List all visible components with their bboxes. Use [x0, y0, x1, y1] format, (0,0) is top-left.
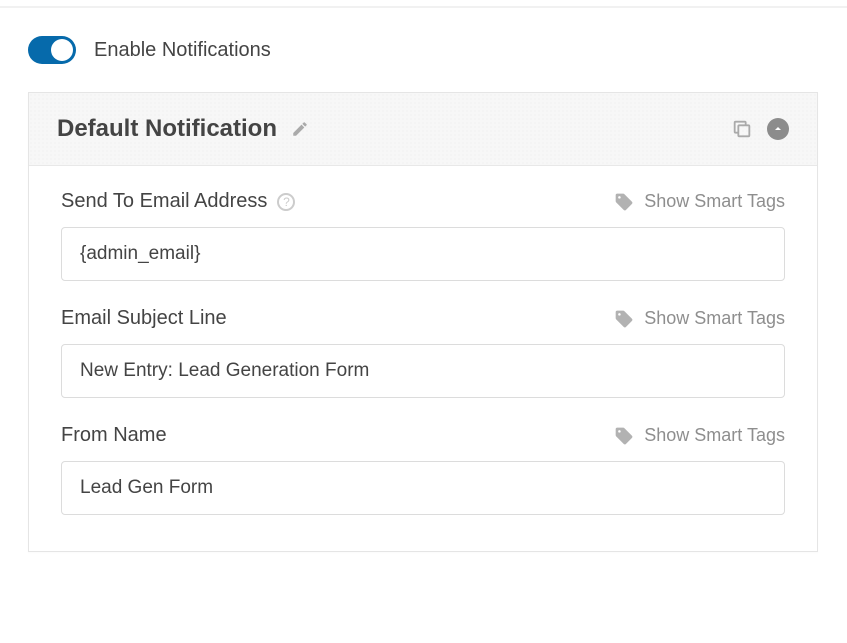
enable-notifications-toggle[interactable] — [28, 36, 76, 64]
smart-tags-label: Show Smart Tags — [644, 191, 785, 212]
from-name-smart-tags-button[interactable]: Show Smart Tags — [614, 425, 785, 446]
send-to-smart-tags-button[interactable]: Show Smart Tags — [614, 191, 785, 212]
duplicate-icon[interactable] — [731, 118, 753, 140]
tag-icon — [614, 192, 634, 212]
from-name-label: From Name — [61, 424, 167, 447]
from-name-label-row: From Name Show Smart Tags — [61, 424, 785, 447]
tag-icon — [614, 426, 634, 446]
from-name-input[interactable] — [61, 461, 785, 515]
notification-panel-header: Default Notification — [29, 93, 817, 166]
subject-label: Email Subject Line — [61, 307, 227, 330]
subject-input[interactable] — [61, 344, 785, 398]
subject-smart-tags-button[interactable]: Show Smart Tags — [614, 308, 785, 329]
edit-title-icon[interactable] — [291, 120, 309, 138]
send-to-input[interactable] — [61, 227, 785, 281]
enable-notifications-row: Enable Notifications — [0, 8, 847, 92]
enable-notifications-label: Enable Notifications — [94, 39, 271, 62]
toggle-knob — [51, 39, 73, 61]
subject-field-group: Email Subject Line Show Smart Tags — [61, 307, 785, 398]
send-to-label: Send To Email Address — [61, 190, 267, 213]
subject-label-row: Email Subject Line Show Smart Tags — [61, 307, 785, 330]
collapse-icon[interactable] — [767, 118, 789, 140]
notification-panel: Default Notification Send To Email Addre… — [28, 92, 818, 552]
notification-panel-body: Send To Email Address ? Show Smart Tags … — [29, 166, 817, 551]
help-icon[interactable]: ? — [277, 193, 295, 211]
smart-tags-label: Show Smart Tags — [644, 425, 785, 446]
send-to-field-group: Send To Email Address ? Show Smart Tags — [61, 190, 785, 281]
smart-tags-label: Show Smart Tags — [644, 308, 785, 329]
tag-icon — [614, 309, 634, 329]
send-to-label-row: Send To Email Address ? Show Smart Tags — [61, 190, 785, 213]
from-name-field-group: From Name Show Smart Tags — [61, 424, 785, 515]
panel-title: Default Notification — [57, 115, 277, 143]
